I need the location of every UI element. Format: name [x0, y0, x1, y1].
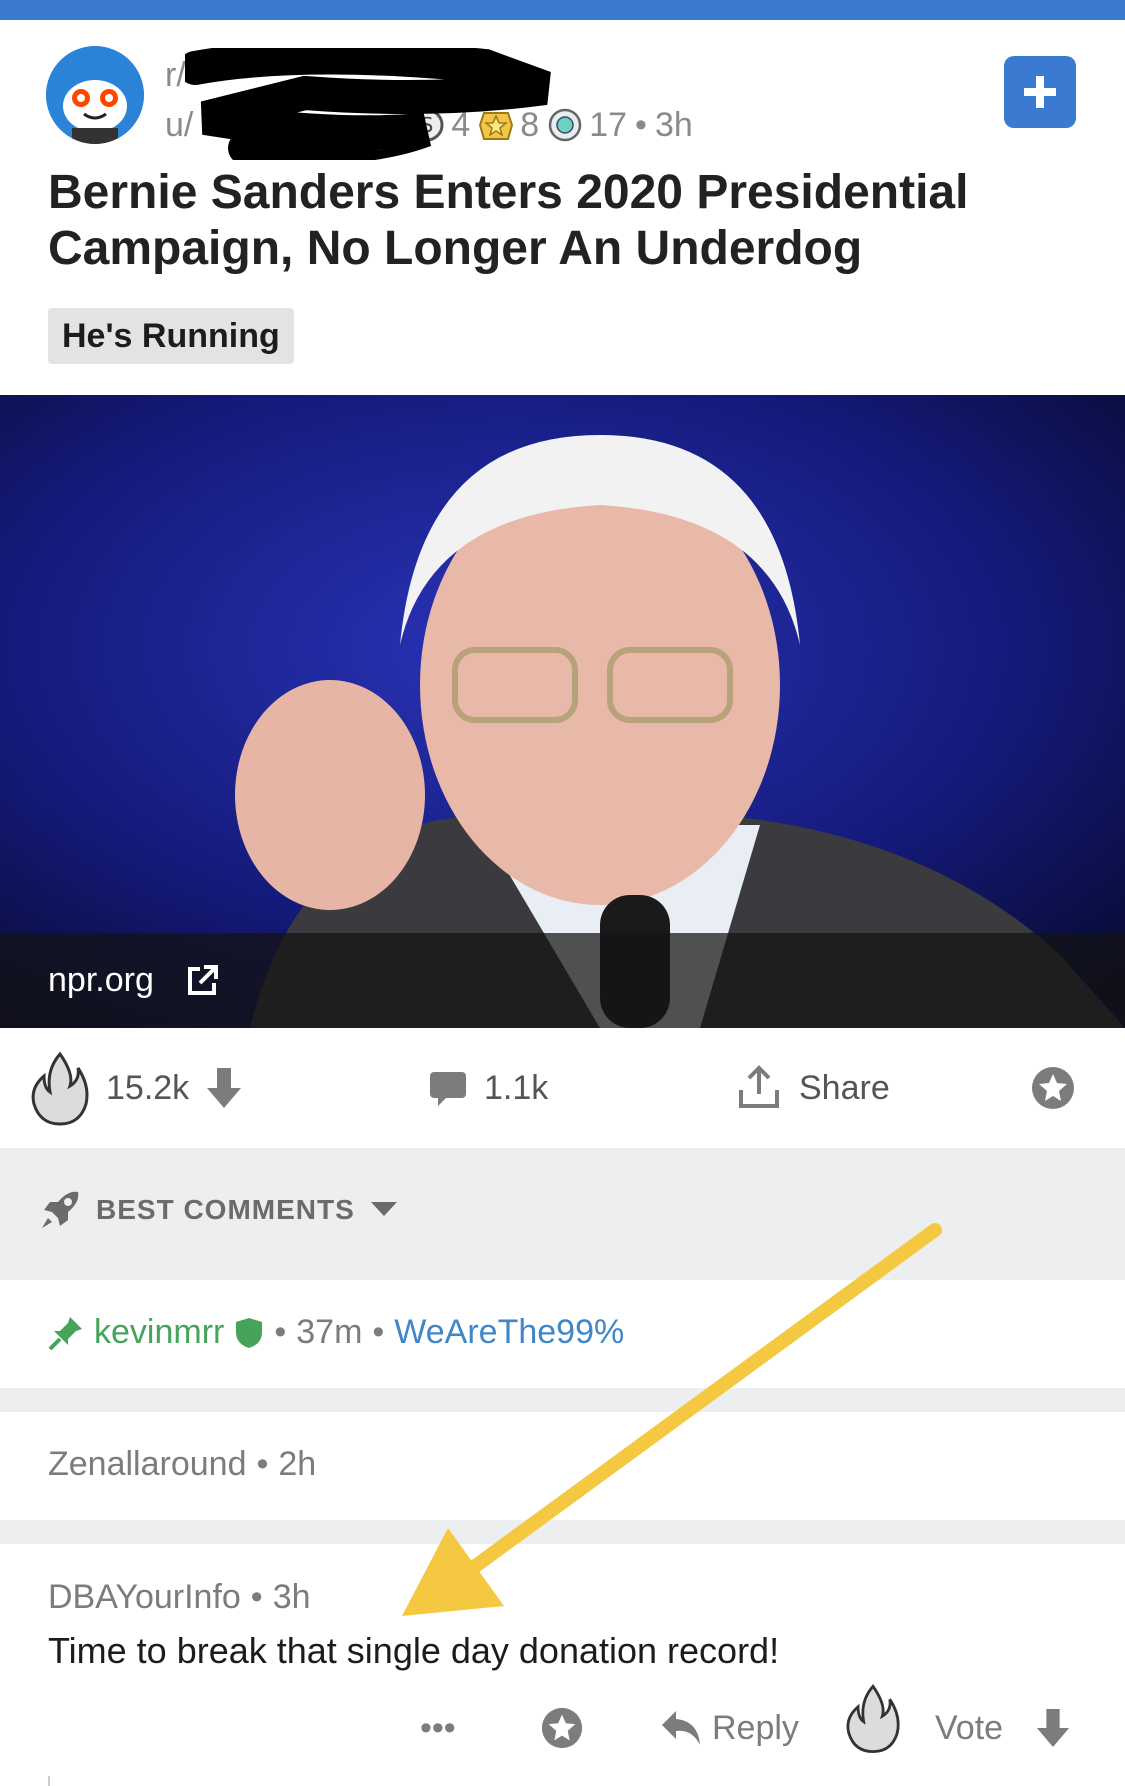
top-accent-bar: [0, 0, 1125, 20]
comment-downvote-button[interactable]: [1035, 1688, 1071, 1768]
fire-upvote-icon[interactable]: [30, 1050, 90, 1126]
star-icon: [541, 1707, 583, 1749]
mod-shield-icon: [236, 1317, 263, 1348]
comments-button[interactable]: 1.1k: [428, 1028, 548, 1148]
user-avatar[interactable]: [46, 46, 144, 144]
vote-label: Vote: [935, 1708, 1004, 1747]
user-flair: WeAreThe99%: [394, 1313, 625, 1351]
comment-item[interactable]: Zenallaround • 2h: [0, 1412, 1125, 1520]
star-icon: [1032, 1067, 1074, 1109]
pin-icon: [48, 1316, 82, 1350]
rocket-icon: [42, 1191, 79, 1228]
post-flair[interactable]: He's Running: [48, 308, 294, 364]
comment-time: 2h: [278, 1445, 317, 1483]
post-time: 3h: [654, 106, 693, 144]
post-actions: 15.2k 1.1k Share: [0, 1028, 1125, 1148]
comment-divider: [0, 1520, 1125, 1544]
comment-icon: [430, 1072, 466, 1106]
comment-author[interactable]: Zenallaround: [48, 1445, 246, 1484]
reply-button[interactable]: Reply: [660, 1688, 799, 1768]
fire-upvote-icon: [846, 1683, 900, 1754]
add-button[interactable]: [1004, 56, 1076, 128]
share-button[interactable]: Share: [735, 1028, 890, 1148]
thread-line: [48, 1776, 50, 1786]
comment-save-button[interactable]: [540, 1688, 584, 1768]
reply-icon: [662, 1711, 700, 1745]
comment-author[interactable]: kevinmrr: [94, 1313, 224, 1352]
comment-upvote-button[interactable]: [845, 1678, 901, 1758]
save-button[interactable]: [1030, 1028, 1076, 1148]
more-options-button[interactable]: •••: [420, 1688, 456, 1768]
more-icon: •••: [420, 1708, 456, 1747]
link-domain: npr.org: [48, 961, 154, 999]
comment-author[interactable]: DBAYourInfo: [48, 1578, 241, 1617]
subreddit-link[interactable]: r/: [165, 50, 186, 100]
chevron-down-icon: [370, 1202, 397, 1216]
comment-sort-bar[interactable]: BEST COMMENTS: [0, 1148, 1125, 1280]
downvote-icon: [1036, 1709, 1070, 1747]
sort-label: BEST COMMENTS: [96, 1194, 355, 1225]
upvote-group: 15.2k: [30, 1028, 243, 1148]
upvote-count: 15.2k: [106, 1068, 190, 1107]
comment-divider: [0, 1388, 1125, 1412]
plus-icon: [1024, 76, 1056, 108]
share-icon: [739, 1065, 779, 1108]
post-header: r/ u/ S 4 8 17 • 3h Bernie Sanders Enter…: [0, 20, 1125, 395]
downvote-icon[interactable]: [205, 1066, 243, 1110]
comment-item[interactable]: DBAYourInfo • 3h Time to break that sing…: [0, 1544, 1125, 1786]
external-link-bar[interactable]: npr.org: [0, 933, 1125, 1028]
post-title[interactable]: Bernie Sanders Enters 2020 Presidential …: [48, 165, 1068, 277]
comment-time: 37m: [296, 1313, 363, 1351]
comment-body: Time to break that single day donation r…: [48, 1630, 780, 1671]
post-meta: r/ u/ S 4 8 17 • 3h: [165, 50, 693, 144]
redaction-scribble: [185, 48, 551, 160]
comment-time: 3h: [272, 1578, 311, 1616]
comment-item[interactable]: kevinmrr • 37m • WeAreThe99%: [0, 1280, 1125, 1388]
external-link-icon: [187, 964, 218, 995]
